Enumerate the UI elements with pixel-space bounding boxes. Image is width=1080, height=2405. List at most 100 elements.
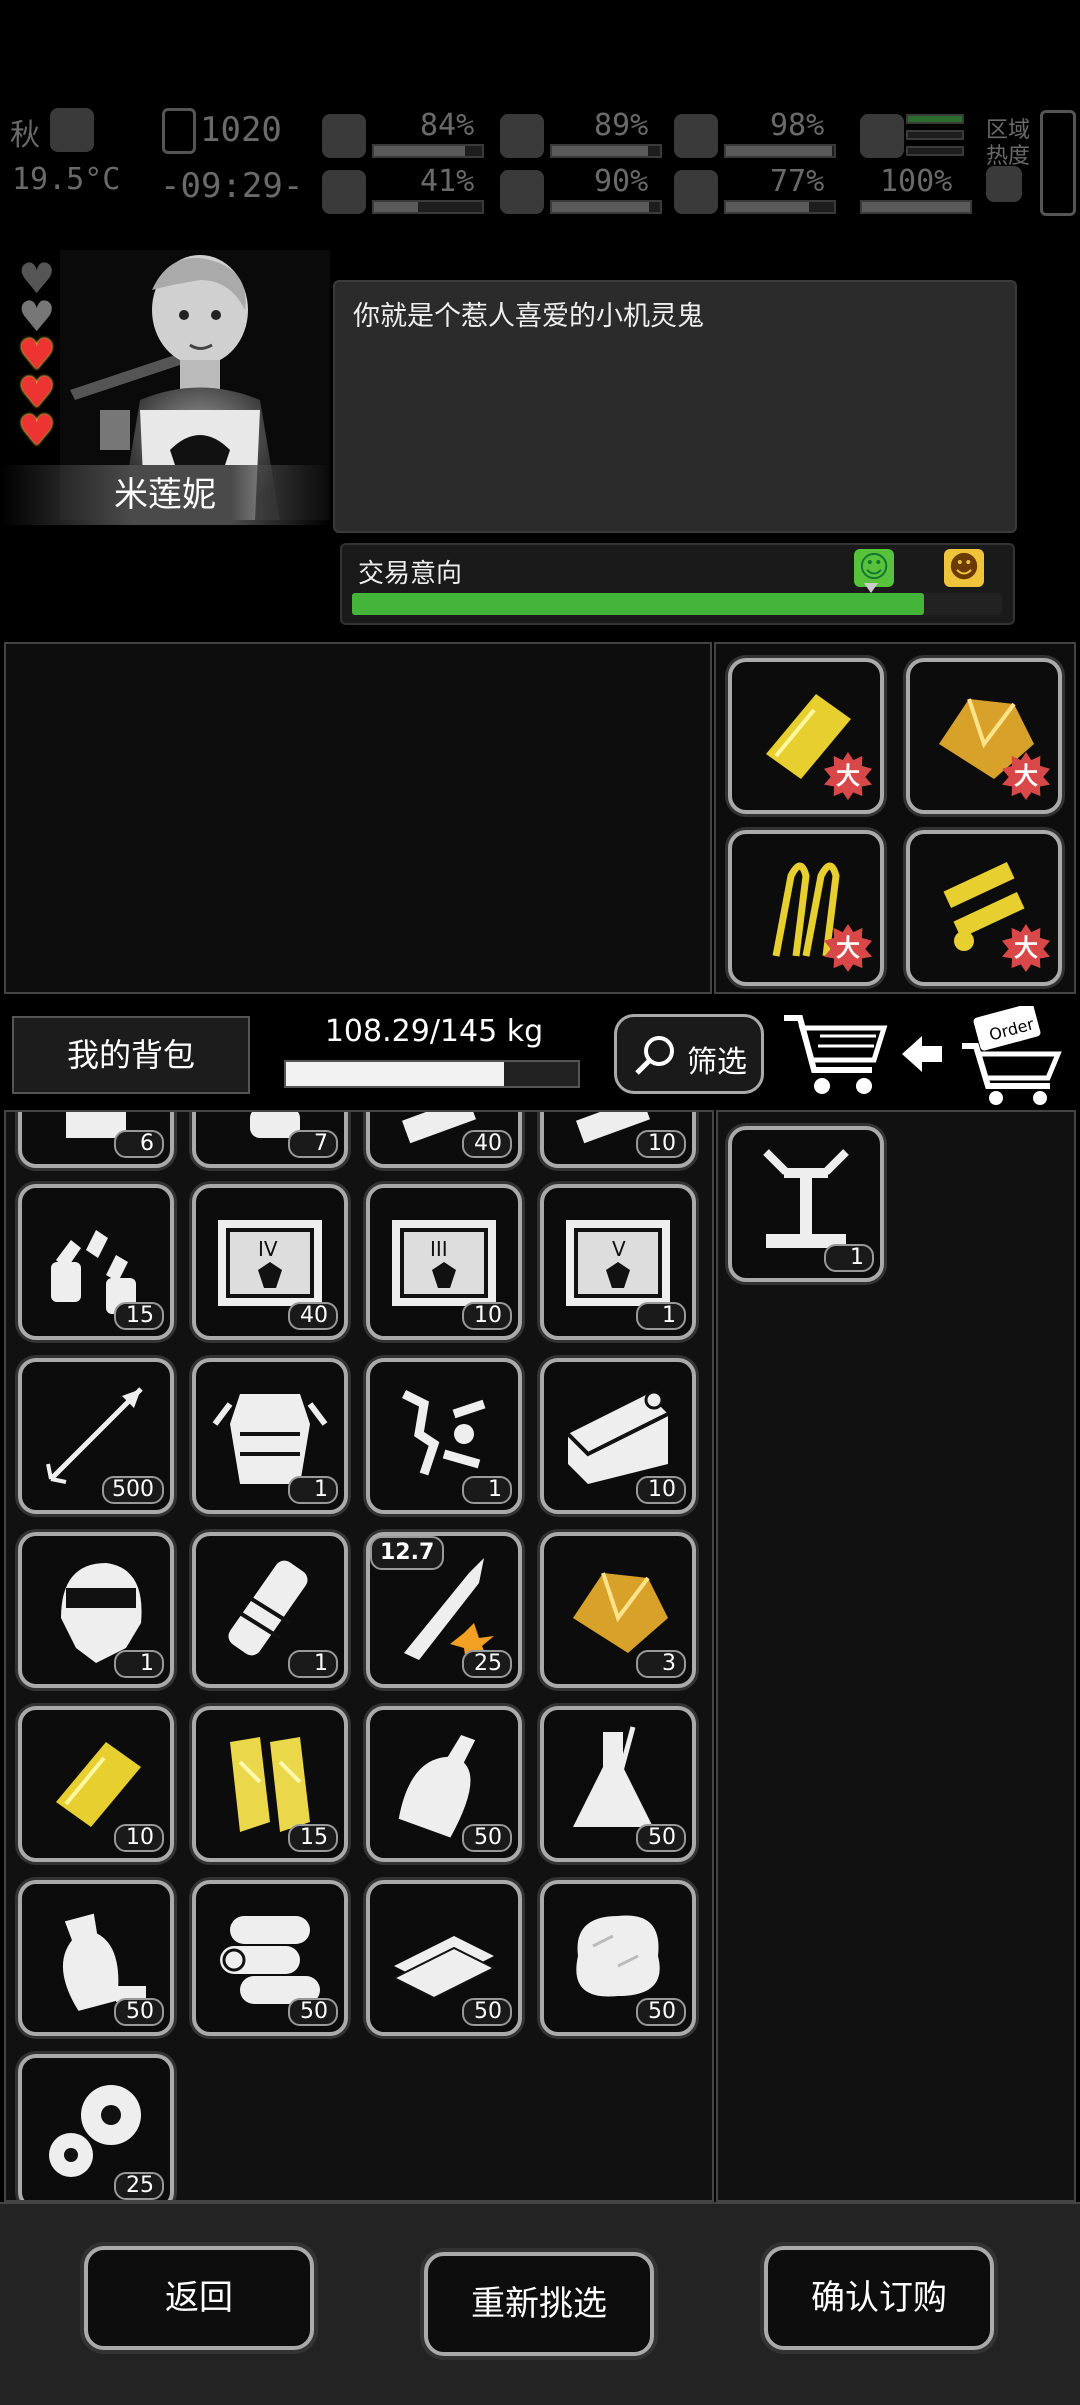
heart-full-icon: ♥ <box>18 406 56 455</box>
weight-fill <box>286 1062 505 1086</box>
item-count: 50 <box>462 1998 512 2026</box>
confirm-order-button[interactable]: 确认订购 <box>764 2246 994 2350</box>
mind-bar <box>372 200 484 214</box>
stat-mind: 41% <box>420 164 475 199</box>
back-button[interactable]: 返回 <box>84 2246 314 2350</box>
heat-bar-1 <box>906 114 964 124</box>
svg-text:III: III <box>430 1237 448 1261</box>
inventory-slot[interactable]: 1 <box>192 1532 348 1688</box>
smile-face-icon: ☺ <box>854 549 894 587</box>
stat-health: 84% <box>420 108 475 143</box>
area-heat-label: 区域 热度 <box>986 118 1031 169</box>
inventory-slot[interactable]: 25 <box>18 2054 174 2200</box>
offer-slot[interactable]: 大 <box>728 830 884 986</box>
trade-intent-marker <box>864 583 878 593</box>
water-icon <box>500 170 544 214</box>
inventory-slot[interactable]: 7 <box>192 1112 348 1168</box>
inventory-slot[interactable]: 10 <box>540 1112 696 1168</box>
caliber-label: 12.7 <box>370 1536 445 1570</box>
stat-stamina: 100% <box>880 164 953 199</box>
my-backpack-tab[interactable]: 我的背包 <box>12 1016 250 1094</box>
merchant-offer-panel: 大 大 大 大 <box>714 642 1076 994</box>
affection-hearts: ♥ ♥ ♥ ♥ ♥ <box>18 258 60 455</box>
offer-slot[interactable]: 大 <box>906 830 1062 986</box>
item-count: 7 <box>288 1130 338 1158</box>
inventory-slot[interactable]: 50 <box>18 1880 174 2036</box>
temperature-label: 19.5°C <box>12 162 121 197</box>
stat-hunger: 89% <box>594 108 649 143</box>
item-count: 50 <box>636 1998 686 2026</box>
cart-icon[interactable] <box>780 1010 890 1100</box>
filter-button[interactable]: 筛选 <box>614 1014 764 1094</box>
dialog-box: 你就是个惹人喜爱的小机灵鬼 <box>333 280 1017 533</box>
inventory-slot[interactable]: 500 <box>18 1358 174 1514</box>
heat-bar-2 <box>906 130 964 140</box>
item-count: 1 <box>288 1650 338 1678</box>
inventory-slot[interactable]: 3 <box>540 1532 696 1688</box>
inventory-slot[interactable]: IV 40 <box>192 1184 348 1340</box>
inventory-slot[interactable]: 10 <box>540 1358 696 1514</box>
svg-text:IV: IV <box>258 1237 278 1261</box>
trade-intent-label: 交易意向 <box>358 559 463 589</box>
day-counter: 1020 <box>200 110 282 150</box>
order-cart-icon[interactable]: Order <box>958 1006 1068 1106</box>
sound-icon[interactable] <box>986 166 1022 202</box>
inventory-slot[interactable]: 10 <box>18 1706 174 1862</box>
item-count: 10 <box>462 1302 512 1330</box>
inventory-slot[interactable]: 1 <box>192 1358 348 1514</box>
inventory-slot[interactable]: 15 <box>192 1706 348 1862</box>
item-count: 1 <box>114 1650 164 1678</box>
backpack-grid[interactable]: 6 7 40 10 15 IV 40 III 10 V 1 500 1 1 10 1 1 12.7 25 3 1… <box>4 1110 714 2202</box>
grin-face-icon: ☻ <box>944 549 984 587</box>
weather-icon <box>50 108 94 152</box>
side-panel-tab[interactable] <box>1040 110 1076 216</box>
heart-icon <box>674 170 718 214</box>
item-count: 3 <box>636 1650 686 1678</box>
item-count: 1 <box>462 1476 512 1504</box>
heat-bar-3 <box>906 146 964 156</box>
selected-slot[interactable]: 1 <box>728 1126 884 1282</box>
inventory-slot[interactable]: V1 <box>540 1184 696 1340</box>
offer-slot[interactable]: 大 <box>728 658 884 814</box>
trade-intent-panel: 交易意向 ☺ ☻ <box>340 543 1015 625</box>
health-bar <box>372 144 484 158</box>
selected-items-grid[interactable]: 1 <box>716 1110 1076 2202</box>
item-count: 40 <box>288 1302 338 1330</box>
item-count: 6 <box>114 1130 164 1158</box>
item-count: 50 <box>636 1824 686 1852</box>
offer-slot[interactable]: 大 <box>906 658 1062 814</box>
inventory-slot[interactable]: 15 <box>18 1184 174 1340</box>
trade-intent-fill <box>352 593 924 615</box>
svg-text:V: V <box>612 1237 626 1261</box>
inventory-slot[interactable]: 40 <box>366 1112 522 1168</box>
inventory-slot[interactable]: 50 <box>366 1880 522 2036</box>
reselect-button[interactable]: 重新挑选 <box>424 2252 654 2356</box>
item-count: 10 <box>114 1824 164 1852</box>
filter-label: 筛选 <box>687 1045 747 1080</box>
item-count: 15 <box>288 1824 338 1852</box>
inventory-slot[interactable]: 1 <box>366 1358 522 1514</box>
item-count: 50 <box>288 1998 338 2026</box>
stat-thirst: 90% <box>594 164 649 199</box>
stamina-bar <box>860 200 972 214</box>
search-icon <box>635 1036 674 1075</box>
inventory-slot[interactable]: 50 <box>540 1880 696 2036</box>
stat-armor: 98% <box>770 108 825 143</box>
inventory-slot[interactable]: 1 <box>18 1532 174 1688</box>
inventory-slot[interactable]: 6 <box>18 1112 174 1168</box>
medkit-icon <box>322 114 366 158</box>
item-count: 1 <box>288 1476 338 1504</box>
inventory-slot[interactable]: 12.7 25 <box>366 1532 522 1688</box>
inventory-slot[interactable]: 50 <box>540 1706 696 1862</box>
bottom-action-bar: 返回 重新挑选 确认订购 <box>0 2202 1080 2405</box>
status-bar: 秋 1020 19.5°C -09:29- 84% 89% 98% 区域 热度 … <box>0 100 1080 220</box>
item-count: 1 <box>636 1302 686 1330</box>
inventory-slot[interactable]: III 10 <box>366 1184 522 1340</box>
hunger-bar <box>550 144 662 158</box>
calendar-icon <box>162 108 196 154</box>
item-count: 500 <box>102 1476 164 1504</box>
inventory-slot[interactable]: 50 <box>192 1880 348 2036</box>
food-icon <box>500 114 544 158</box>
trade-offer-area[interactable] <box>4 642 712 994</box>
inventory-slot[interactable]: 50 <box>366 1706 522 1862</box>
